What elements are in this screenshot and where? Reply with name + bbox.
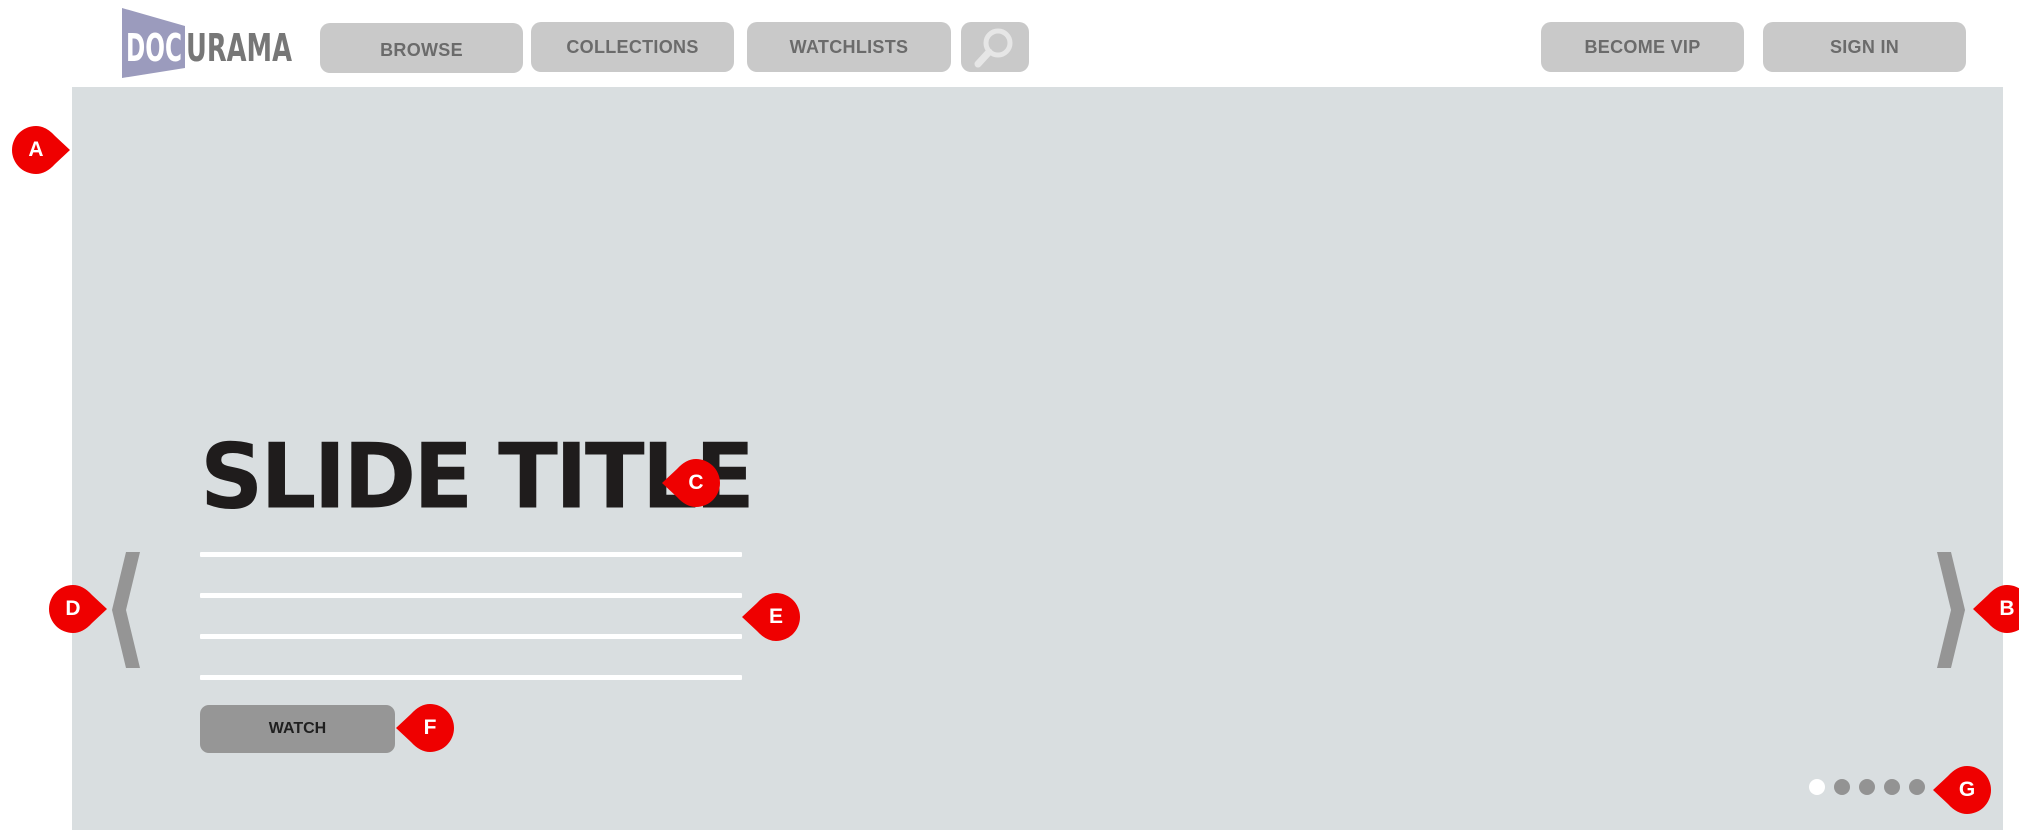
annotation-label: D	[65, 597, 81, 620]
search-icon	[974, 28, 1013, 68]
logo-text-doc: DOC	[126, 26, 182, 70]
chevron-right-icon	[1937, 552, 1965, 668]
slide-text-line	[200, 675, 742, 680]
annotation-marker-g: G	[1933, 766, 1991, 814]
page: DOC URAMA BROWSE COLLECTIONS WATCHLISTS …	[0, 0, 2019, 830]
slider-dots	[1809, 779, 1925, 795]
slide-text-line	[200, 634, 742, 639]
annotation-label: F	[423, 716, 437, 739]
nav-browse-label: BROWSE	[380, 39, 463, 60]
slider-dot-5[interactable]	[1909, 779, 1925, 795]
logo-text-urama: URAMA	[186, 26, 292, 70]
annotation-label: E	[768, 605, 783, 628]
slide-text-line	[200, 593, 742, 598]
annotation-label: B	[1999, 597, 2015, 620]
slider-dot-3[interactable]	[1859, 779, 1875, 795]
nav-watchlists-button[interactable]: WATCHLISTS	[747, 22, 951, 72]
sign-in-label: SIGN IN	[1829, 36, 1900, 57]
slider-prev-button[interactable]	[109, 552, 143, 668]
annotation-marker-a: A	[12, 126, 70, 174]
slider-next-button[interactable]	[1934, 552, 1968, 668]
slide-text-line	[200, 552, 742, 557]
become-vip-button[interactable]: BECOME VIP	[1541, 22, 1744, 72]
annotation-marker-c: C	[662, 459, 720, 507]
become-vip-label: BECOME VIP	[1584, 36, 1701, 57]
slider-dot-2[interactable]	[1834, 779, 1850, 795]
hero-slider: SLIDE TITLE WATCH	[72, 87, 2003, 830]
nav-browse-button[interactable]: BROWSE	[320, 23, 523, 73]
nav-watchlists-label: WATCHLISTS	[789, 36, 909, 57]
annotation-label: G	[1958, 778, 1976, 801]
annotation-label: C	[688, 471, 704, 494]
annotation-label: A	[28, 138, 44, 161]
annotation-marker-f: F	[396, 704, 454, 752]
annotation-marker-d: D	[49, 585, 107, 633]
search-button[interactable]	[961, 22, 1029, 72]
sign-in-button[interactable]: SIGN IN	[1763, 22, 1966, 72]
slider-dot-4[interactable]	[1884, 779, 1900, 795]
watch-button[interactable]: WATCH	[200, 705, 395, 753]
watch-label: WATCH	[268, 720, 327, 737]
chevron-left-icon	[112, 552, 140, 668]
docurama-logo[interactable]: DOC URAMA	[120, 6, 295, 78]
slider-dot-1[interactable]	[1809, 779, 1825, 795]
nav-collections-label: COLLECTIONS	[566, 36, 699, 57]
nav-collections-button[interactable]: COLLECTIONS	[531, 22, 734, 72]
annotation-marker-e: E	[742, 593, 800, 641]
annotation-marker-b: B	[1973, 585, 2019, 633]
